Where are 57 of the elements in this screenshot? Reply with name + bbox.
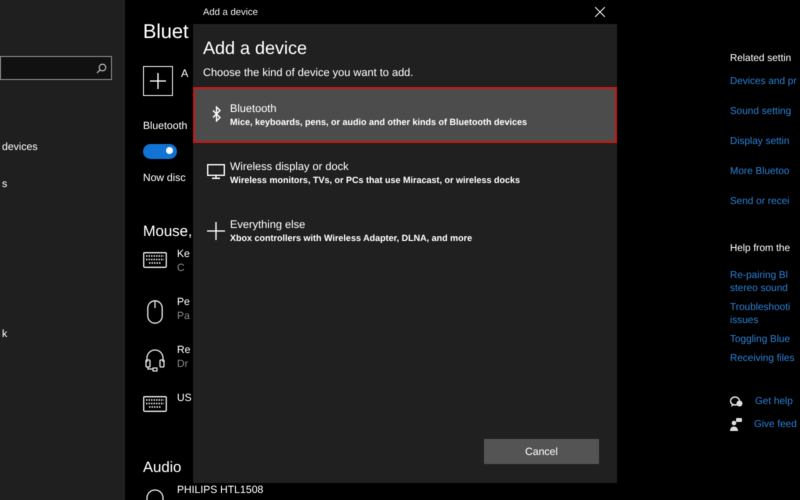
keyboard-icon <box>143 252 167 268</box>
sidebar-item[interactable]: devices <box>0 140 125 177</box>
device-name: PHILIPS HTL1508 <box>177 484 264 496</box>
plus-icon <box>207 222 225 240</box>
section-heading: Help from the <box>730 243 790 256</box>
device-type-option[interactable]: Wireless display or dock Wireless monitors, TVs, or PCs that use Miracast, or wireless docks <box>193 145 617 201</box>
option-title: Wireless display or dock <box>230 161 350 173</box>
page-title: Bluet <box>143 20 189 45</box>
option-description: Xbox controllers with Wireless Adapter, DLNA, and more <box>230 233 472 243</box>
dialog-heading: Add a device <box>202 38 308 59</box>
device-type-option[interactable]: Bluetooth Mice, keyboards, pens, or audio and other kinds of Bluetooth devices <box>193 87 617 143</box>
device-name: US <box>177 392 192 404</box>
settings-link[interactable]: More Bluetoo <box>730 165 790 195</box>
chat-bubbles-icon <box>730 396 743 408</box>
search-field[interactable] <box>0 56 112 80</box>
help-link[interactable]: Troubleshooti issues <box>730 301 790 327</box>
device-status: C <box>177 262 185 274</box>
help-link[interactable]: Re-pairing Bl stereo sound <box>730 269 788 295</box>
headset-icon <box>143 348 167 372</box>
sidebar-item[interactable]: s <box>0 177 125 214</box>
close-icon[interactable] <box>595 7 605 17</box>
help-link[interactable]: Toggling Blue <box>730 333 790 346</box>
footer-link[interactable]: Get help <box>755 395 793 408</box>
settings-link[interactable]: Devices and pr <box>730 75 797 105</box>
device-status: Dr <box>177 358 188 370</box>
person-icon <box>730 418 742 431</box>
option-title: Bluetooth <box>230 103 278 115</box>
option-title: Everything else <box>230 219 306 231</box>
dialog-subtitle: Choose the kind of device you want to add. <box>202 67 414 79</box>
bluetooth-label: Bluetooth <box>143 119 188 134</box>
device-type-option[interactable]: Everything else Xbox controllers with Wireless Adapter, DLNA, and more <box>193 203 617 259</box>
settings-link[interactable]: Send or recei <box>730 195 790 225</box>
bluetooth-icon <box>212 106 220 122</box>
device-status: Pa <box>177 310 190 322</box>
settings-link[interactable]: Display settin <box>730 135 790 165</box>
help-link[interactable]: Receiving files <box>730 352 794 365</box>
dialog-title: Add a device <box>203 6 258 18</box>
add-device-label: A <box>181 68 188 82</box>
section-heading: Audio <box>143 458 182 478</box>
section-heading: Mouse, <box>143 222 192 242</box>
option-description: Mice, keyboards, pens, or audio and other kinds of Bluetooth devices <box>230 117 528 127</box>
bluetooth-toggle[interactable] <box>143 144 177 158</box>
device-name: Pe <box>177 296 190 308</box>
settings-link[interactable]: Sound setting <box>730 105 792 135</box>
section-heading: Related settin <box>730 53 792 66</box>
plus-icon <box>150 73 166 89</box>
device-name: Ke <box>177 248 190 260</box>
monitor-icon <box>207 164 225 179</box>
sidebar-item[interactable]: k <box>0 327 125 364</box>
add-device-button[interactable] <box>143 66 173 96</box>
cancel-button[interactable]: Cancel <box>484 439 599 464</box>
option-description: Wireless monitors, TVs, or PCs that use Miracast, or wireless docks <box>230 175 520 185</box>
device-name: Re <box>177 344 190 356</box>
footer-link[interactable]: Give feed <box>754 418 797 431</box>
search-icon <box>96 62 107 74</box>
keyboard-icon <box>143 396 167 412</box>
discoverable-text: Now disc <box>143 172 186 186</box>
